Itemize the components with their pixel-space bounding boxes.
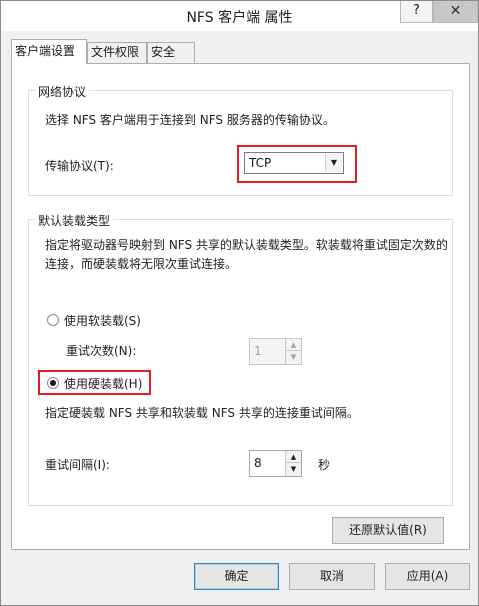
tab-file-permissions[interactable]: 文件权限 (87, 42, 147, 63)
properties-dialog: NFS 客户端 属性 ? ✕ 客户端设置 文件权限 安全 网络协议 选择 NFS… (0, 0, 479, 606)
help-button[interactable]: ? (400, 1, 433, 23)
retry-interval-label: 重试间隔(I): (45, 458, 110, 472)
retry-count-value: 1 (254, 344, 262, 358)
soft-mount-radio[interactable] (47, 314, 59, 326)
retry-interval-stepper[interactable]: 8 ▲ ▼ (249, 450, 302, 477)
soft-mount-label[interactable]: 使用软装载(S) (64, 312, 141, 329)
cancel-button[interactable]: 取消 (289, 563, 375, 590)
ok-button[interactable]: 确定 (194, 563, 279, 590)
network-protocol-legend: 网络协议 (35, 83, 90, 100)
transport-protocol-select[interactable]: TCP ▼ (244, 152, 344, 174)
mount-type-legend: 默认装载类型 (35, 212, 114, 229)
transport-protocol-label: 传输协议(T): (45, 159, 114, 173)
retry-interval-unit: 秒 (318, 458, 331, 472)
transport-protocol-value: TCP (249, 156, 272, 170)
retry-interval-value: 8 (254, 456, 262, 470)
apply-button[interactable]: 应用(A) (385, 563, 470, 590)
tab-client-settings[interactable]: 客户端设置 (11, 39, 87, 64)
title-bar: NFS 客户端 属性 ? ✕ (1, 1, 478, 31)
retry-count-down-icon[interactable]: ▼ (285, 351, 301, 364)
tab-security[interactable]: 安全 (147, 42, 195, 63)
retry-count-stepper[interactable]: 1 ▲ ▼ (249, 338, 302, 365)
restore-defaults-button[interactable]: 还原默认值(R) (332, 517, 444, 544)
client-settings-panel: 网络协议 选择 NFS 客户端用于连接到 NFS 服务器的传输协议。 传输协议(… (11, 63, 470, 550)
retry-count-label: 重试次数(N): (66, 344, 137, 358)
protocol-description: 选择 NFS 客户端用于连接到 NFS 服务器的传输协议。 (45, 113, 335, 127)
retry-count-up-icon[interactable]: ▲ (285, 339, 301, 351)
hard-mount-label[interactable]: 使用硬装载(H) (64, 375, 142, 392)
hard-mount-description: 指定硬装载 NFS 共享和软装载 NFS 共享的连接重试间隔。 (45, 406, 359, 420)
mount-type-description: 指定将驱动器号映射到 NFS 共享的默认装载类型。软装载将重试固定次数的连接，而… (45, 238, 448, 271)
network-protocol-group: 网络协议 选择 NFS 客户端用于连接到 NFS 服务器的传输协议。 传输协议(… (28, 83, 453, 196)
close-button[interactable]: ✕ (433, 1, 478, 23)
retry-interval-up-icon[interactable]: ▲ (285, 451, 301, 463)
default-mount-type-group: 默认装载类型 指定将驱动器号映射到 NFS 共享的默认装载类型。软装载将重试固定… (28, 212, 453, 506)
hard-mount-radio[interactable] (47, 377, 59, 389)
chevron-down-icon: ▼ (325, 154, 342, 172)
retry-interval-down-icon[interactable]: ▼ (285, 463, 301, 476)
